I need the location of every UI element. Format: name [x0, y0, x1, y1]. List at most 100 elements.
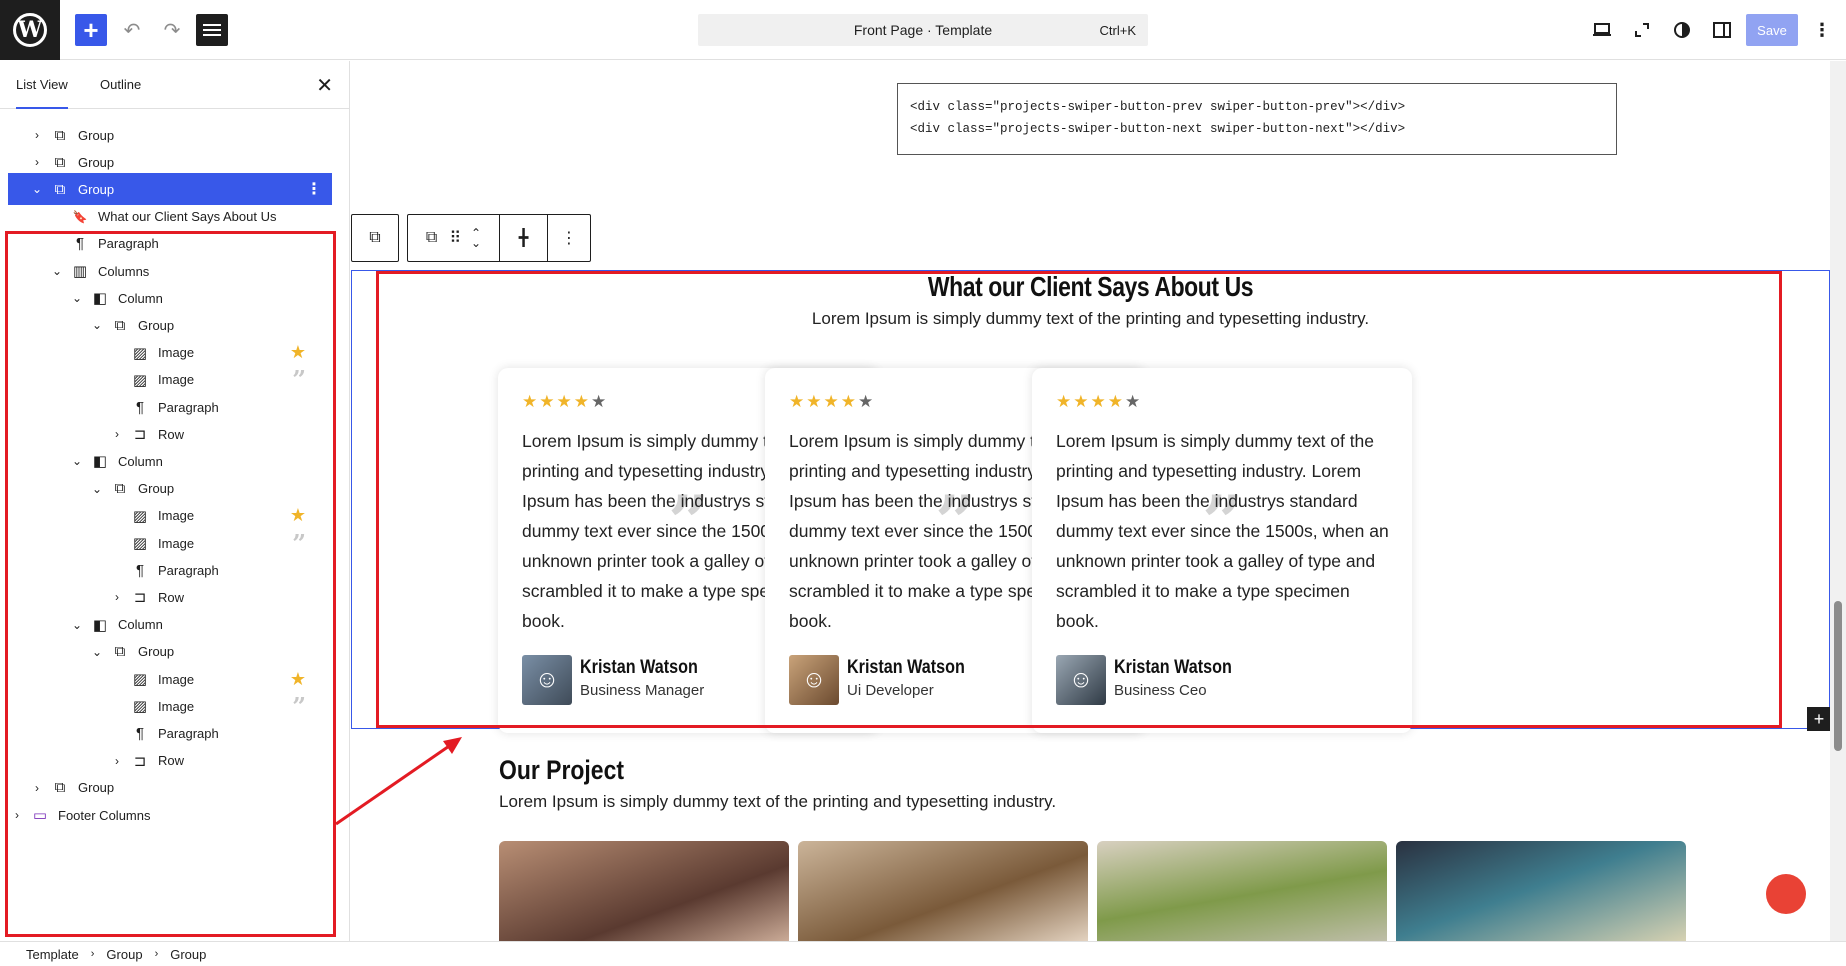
group-icon: ⧉: [114, 480, 126, 498]
chevron-right-icon[interactable]: ›: [30, 155, 44, 169]
chevron-right-icon[interactable]: ›: [110, 427, 124, 441]
shortcut-hint: Ctrl+K: [1099, 22, 1136, 38]
list-view-icon: [203, 21, 221, 39]
breadcrumb-item[interactable]: Template: [26, 947, 79, 962]
list-view-toggle-button[interactable]: [196, 14, 228, 46]
tree-item-label: Image: [158, 372, 195, 388]
save-button[interactable]: Save: [1746, 14, 1798, 46]
column-icon: ◧: [92, 290, 108, 308]
columns-icon: ▥: [72, 263, 88, 280]
tree-item-label: Row: [158, 426, 185, 442]
desktop-icon: [1593, 23, 1611, 36]
canvas-scrollbar[interactable]: [1830, 61, 1846, 941]
style-toggle-button[interactable]: [1666, 14, 1698, 46]
tree-item-label: Group: [78, 780, 115, 796]
project-subtitle[interactable]: Lorem Ipsum is simply dummy text of the …: [499, 792, 1056, 812]
block-controls: ⧉ ⠿ ⌃ ⌄ ╋ ⋮: [407, 214, 591, 262]
star-icon: ★: [289, 505, 306, 526]
select-parent-button[interactable]: ⧉: [352, 215, 398, 261]
tree-item-label: Column: [118, 617, 163, 633]
close-sidebar-button[interactable]: ✕: [316, 73, 333, 98]
custom-html-block[interactable]: <div class="projects-swiper-button-prev …: [897, 83, 1617, 155]
tree-item-label: Columns: [98, 263, 150, 279]
parent-selector[interactable]: ⧉: [351, 214, 399, 262]
image-icon: ▨: [132, 698, 148, 716]
wordpress-logo-button[interactable]: W: [0, 0, 60, 60]
project-image[interactable]: [1396, 841, 1686, 941]
chevron-down-icon[interactable]: ⌄: [50, 264, 64, 278]
project-image[interactable]: [499, 841, 789, 941]
chevron-right-icon[interactable]: ›: [30, 128, 44, 142]
floating-action-button[interactable]: [1766, 874, 1806, 914]
chevron-down-icon[interactable]: ⌄: [70, 291, 84, 305]
add-block-button[interactable]: +: [75, 14, 107, 46]
settings-sidebar-button[interactable]: [1706, 14, 1738, 46]
tree-item-label: Image: [158, 698, 195, 714]
chevron-down-icon[interactable]: ⌄: [70, 618, 84, 632]
more-vertical-icon[interactable]: ⋮: [306, 179, 322, 199]
row-icon: ⊐: [133, 426, 147, 444]
tree-item-label: Group: [138, 481, 175, 497]
tab-outline[interactable]: Outline: [100, 61, 141, 109]
tree-item-label: Image: [158, 671, 195, 687]
tree-item-label: Row: [158, 589, 185, 605]
chevron-down-icon[interactable]: ⌄: [90, 645, 104, 659]
image-icon: ▨: [132, 371, 148, 389]
chevron-right-icon[interactable]: ›: [110, 754, 124, 768]
breadcrumb-item[interactable]: Group: [170, 947, 206, 962]
group-icon: ⧉: [54, 153, 66, 171]
undo-button[interactable]: ↶: [116, 14, 148, 46]
drag-handle-icon[interactable]: ⠿: [449, 228, 461, 248]
paragraph-icon: ¶: [135, 561, 145, 579]
contrast-icon: [1674, 22, 1690, 38]
bookmark-icon: 🔖: [72, 209, 88, 224]
image-icon: ▨: [132, 507, 148, 525]
move-up-down-icon[interactable]: ⌃ ⌄: [471, 227, 481, 249]
tree-item-label: Image: [158, 345, 195, 361]
undo-icon: ↶: [123, 19, 141, 42]
fullscreen-button[interactable]: [1626, 14, 1658, 46]
block-options-button[interactable]: ⋮: [548, 215, 590, 261]
image-icon: ▨: [132, 671, 148, 688]
project-image[interactable]: [798, 841, 1088, 941]
tree-item-label: Paragraph: [158, 562, 219, 578]
quote-icon: ”: [292, 691, 306, 721]
chevron-down-icon[interactable]: ⌄: [30, 182, 44, 196]
chevron-down-icon[interactable]: ⌄: [70, 454, 84, 468]
chevron-right-icon[interactable]: ›: [30, 781, 44, 795]
paragraph-icon: ¶: [135, 724, 145, 742]
redo-button[interactable]: ↷: [156, 14, 188, 46]
tree-item-label: Column: [118, 290, 163, 306]
justify-center-icon: ╋: [518, 230, 529, 247]
tree-item[interactable]: › ▭ Footer Columns: [0, 799, 349, 831]
command-palette-button[interactable]: Front Page · Template Ctrl+K: [698, 14, 1148, 46]
chevron-right-icon[interactable]: ›: [10, 808, 24, 822]
tree-item-label: Paragraph: [158, 725, 219, 741]
group-icon: ⧉: [114, 316, 126, 334]
chevron-down-icon[interactable]: ⌄: [90, 318, 104, 332]
breadcrumb-item[interactable]: Group: [106, 947, 142, 962]
insert-block-button[interactable]: +: [1807, 707, 1830, 731]
row-icon: ⊐: [133, 752, 147, 770]
tree-item-label: Group: [138, 644, 175, 660]
tree-item-label: Group: [78, 127, 115, 143]
list-view-sidebar: List View Outline ✕ › ⧉ Group › ⧉ Group ⌄ ⧉ Grou…: [0, 61, 350, 941]
editor-canvas[interactable]: <div class="projects-swiper-button-prev …: [351, 61, 1830, 941]
project-heading[interactable]: Our Project: [499, 755, 624, 786]
chevron-down-icon[interactable]: ⌄: [90, 482, 104, 496]
options-button[interactable]: ⋮: [1806, 14, 1838, 46]
chevron-right-icon[interactable]: ›: [110, 590, 124, 604]
chevron-right-icon: ›: [90, 948, 95, 960]
quote-icon: ”: [292, 365, 306, 395]
close-icon: ✕: [316, 75, 333, 97]
scrollbar-thumb[interactable]: [1834, 601, 1842, 751]
column-icon: ◧: [92, 616, 108, 634]
tab-list-view[interactable]: List View: [16, 61, 68, 109]
align-button[interactable]: ╋: [500, 215, 548, 261]
tree-item-label: Image: [158, 535, 195, 551]
sidebar-tabs: List View Outline ✕: [0, 61, 349, 109]
block-mover[interactable]: ⧉ ⠿ ⌃ ⌄: [408, 215, 500, 261]
preview-device-button[interactable]: [1586, 14, 1618, 46]
project-image[interactable]: [1097, 841, 1387, 941]
wordpress-logo-icon: W: [13, 13, 47, 47]
